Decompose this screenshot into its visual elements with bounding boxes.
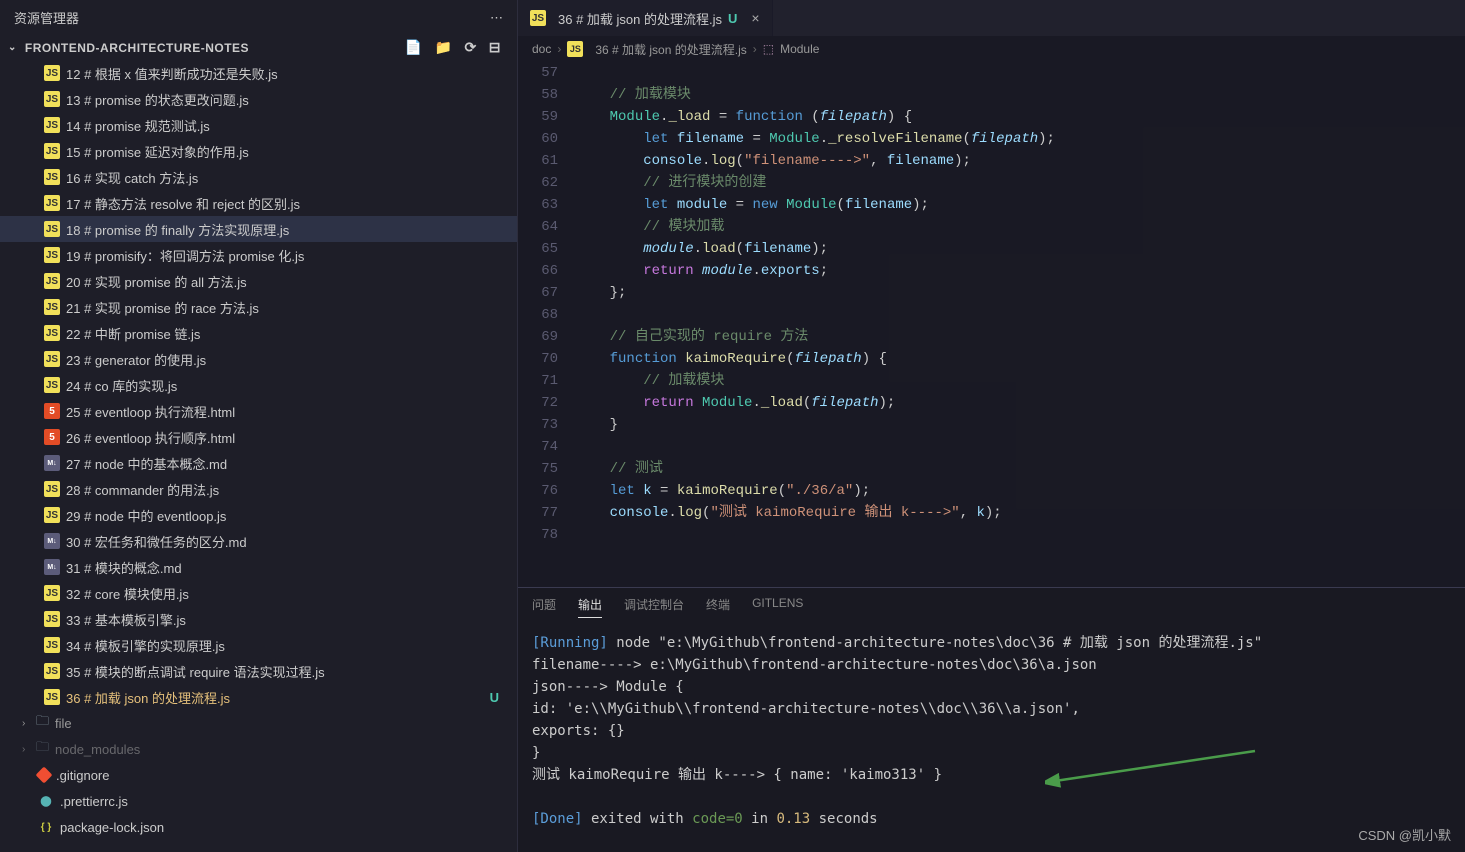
file-item[interactable]: M↓27 # node 中的基本概念.md (0, 450, 517, 476)
code-editor[interactable]: 5758596061626364656667686970717273747576… (518, 62, 1465, 587)
code-content[interactable]: // 加载模块 Module._load = function (filepat… (576, 62, 1465, 587)
file-tree[interactable]: JS12 # 根据 x 值来判断成功还是失败.jsJS13 # promise … (0, 60, 517, 852)
file-item[interactable]: 526 # eventloop 执行顺序.html (0, 424, 517, 450)
terminal-tab[interactable]: 输出 (578, 596, 602, 618)
chevron-right-icon: › (557, 42, 561, 56)
breadcrumb-file[interactable]: 36 # 加载 json 的处理流程.js (595, 41, 746, 58)
js-file-icon: JS (567, 41, 583, 57)
file-item[interactable]: JS19 # promisify：将回调方法 promise 化.js (0, 242, 517, 268)
new-file-icon[interactable]: 📄 (405, 39, 423, 56)
explorer-sidebar: 资源管理器 ⋯ ⌄ FRONTEND-ARCHITECTURE-NOTES 📄 … (0, 0, 518, 852)
collapse-icon[interactable]: ⊟ (489, 39, 501, 56)
watermark: CSDN @凯小默 (1358, 825, 1451, 844)
file-item[interactable]: JS34 # 模板引擎的实现原理.js (0, 632, 517, 658)
explorer-header: 资源管理器 ⋯ (0, 0, 517, 35)
file-item[interactable]: JS22 # 中断 promise 链.js (0, 320, 517, 346)
file-item[interactable]: JS23 # generator 的使用.js (0, 346, 517, 372)
file-item[interactable]: ⬤.prettierrc.js (0, 788, 517, 814)
line-gutter: 5758596061626364656667686970717273747576… (518, 62, 576, 587)
breadcrumb[interactable]: doc › JS 36 # 加载 json 的处理流程.js › ⬚ Modul… (518, 36, 1465, 62)
file-item[interactable]: 525 # eventloop 执行流程.html (0, 398, 517, 424)
file-item[interactable]: M↓31 # 模块的概念.md (0, 554, 517, 580)
file-item[interactable]: M↓30 # 宏任务和微任务的区分.md (0, 528, 517, 554)
file-item[interactable]: JS15 # promise 延迟对象的作用.js (0, 138, 517, 164)
file-item[interactable]: JS32 # core 模块使用.js (0, 580, 517, 606)
terminal-tab[interactable]: GITLENS (752, 596, 803, 618)
workspace-name: FRONTEND-ARCHITECTURE-NOTES (25, 41, 249, 55)
terminal-output[interactable]: [Running] node "e:\MyGithub\frontend-arc… (518, 626, 1465, 852)
file-item[interactable]: JS17 # 静态方法 resolve 和 reject 的区别.js (0, 190, 517, 216)
js-file-icon: JS (530, 10, 546, 26)
explorer-title: 资源管理器 (14, 8, 79, 27)
file-item[interactable]: JS33 # 基本模板引擎.js (0, 606, 517, 632)
file-item[interactable]: .gitignore (0, 762, 517, 788)
chevron-down-icon: ⌄ (8, 42, 17, 53)
file-item[interactable]: JS13 # promise 的状态更改问题.js (0, 86, 517, 112)
file-item[interactable]: { }package-lock.json (0, 814, 517, 840)
file-item[interactable]: JS16 # 实现 catch 方法.js (0, 164, 517, 190)
terminal-tab[interactable]: 调试控制台 (624, 596, 684, 618)
file-item[interactable]: JS21 # 实现 promise 的 race 方法.js (0, 294, 517, 320)
file-item[interactable]: JS29 # node 中的 eventloop.js (0, 502, 517, 528)
folder-header[interactable]: ⌄ FRONTEND-ARCHITECTURE-NOTES 📄 📁 ⟳ ⊟ (0, 35, 517, 60)
file-item[interactable]: JS24 # co 库的实现.js (0, 372, 517, 398)
terminal-panel: 问题输出调试控制台终端 GITLENS [Running] node "e:\My… (518, 587, 1465, 852)
terminal-tab[interactable]: 问题 (532, 596, 556, 618)
chevron-right-icon: › (753, 42, 757, 56)
close-icon[interactable]: × (751, 10, 759, 26)
tab-filename: 36 # 加载 json 的处理流程.js (558, 9, 722, 28)
file-item[interactable]: JS36 # 加载 json 的处理流程.jsU (0, 684, 517, 710)
more-icon[interactable]: ⋯ (490, 10, 503, 26)
file-item[interactable]: JS35 # 模块的断点调试 require 语法实现过程.js (0, 658, 517, 684)
tab-bar: JS 36 # 加载 json 的处理流程.js U × (518, 0, 1465, 36)
terminal-tabs: 问题输出调试控制台终端 GITLENS (518, 588, 1465, 626)
file-item[interactable]: JS14 # promise 规范测试.js (0, 112, 517, 138)
tab-status-badge: U (728, 11, 737, 26)
symbol-icon: ⬚ (763, 42, 774, 56)
file-item[interactable]: JS28 # commander 的用法.js (0, 476, 517, 502)
folder-actions: 📄 📁 ⟳ ⊟ (405, 39, 509, 56)
file-item[interactable]: JS20 # 实现 promise 的 all 方法.js (0, 268, 517, 294)
new-folder-icon[interactable]: 📁 (435, 39, 453, 56)
editor-area: JS 36 # 加载 json 的处理流程.js U × doc › JS 36… (518, 0, 1465, 852)
terminal-tab[interactable]: 终端 (706, 596, 730, 618)
folder-item[interactable]: ›🗀node_modules (0, 736, 517, 762)
file-item[interactable]: JS12 # 根据 x 值来判断成功还是失败.js (0, 60, 517, 86)
refresh-icon[interactable]: ⟳ (465, 39, 477, 56)
breadcrumb-folder[interactable]: doc (532, 42, 551, 56)
folder-item[interactable]: ›🗀file (0, 710, 517, 736)
file-item[interactable]: JS18 # promise 的 finally 方法实现原理.js (0, 216, 517, 242)
breadcrumb-symbol[interactable]: Module (780, 42, 819, 56)
editor-tab[interactable]: JS 36 # 加载 json 的处理流程.js U × (518, 0, 773, 36)
done-label: [Done] (532, 811, 583, 827)
running-label: [Running] (532, 635, 608, 651)
